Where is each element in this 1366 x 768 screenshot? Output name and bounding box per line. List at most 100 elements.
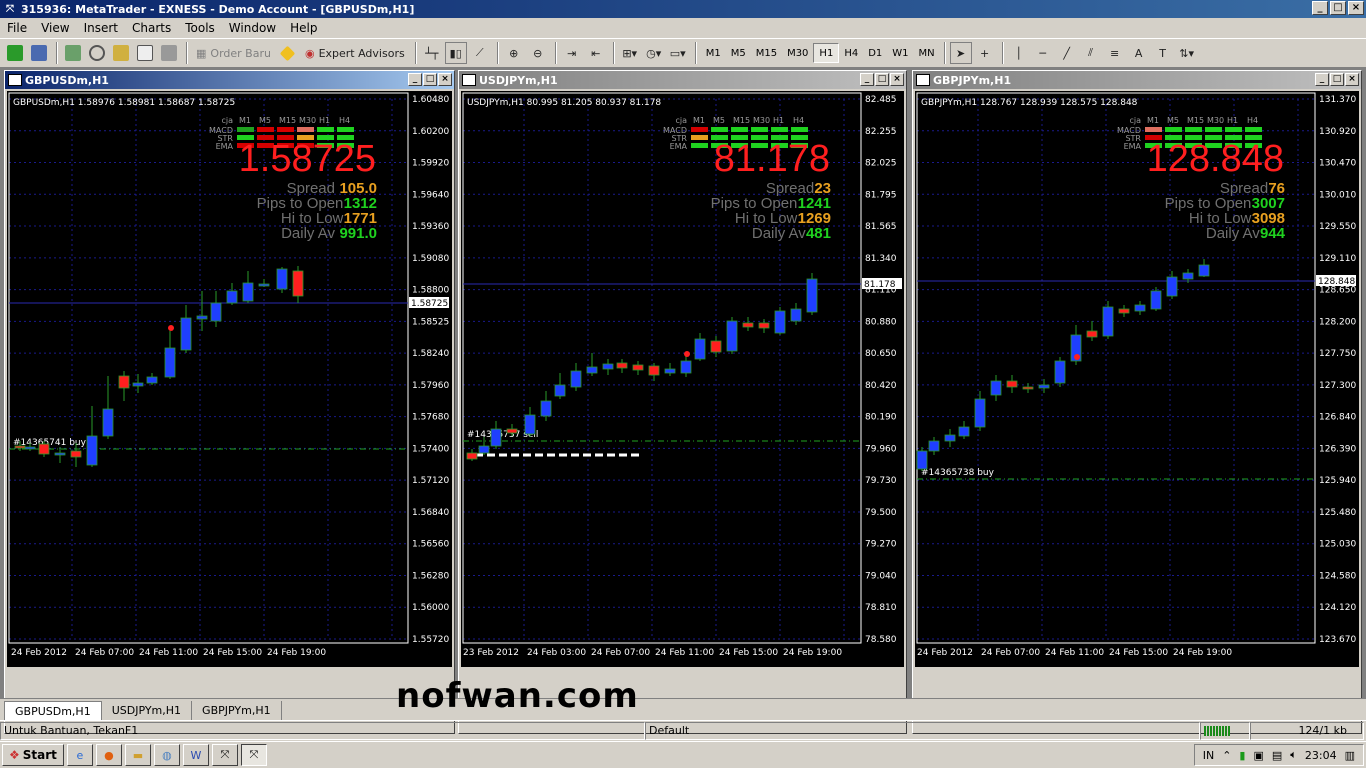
metaeditor-icon[interactable]: [277, 42, 299, 64]
maximize-button[interactable]: □: [1330, 1, 1346, 15]
signal-cell: [751, 127, 768, 132]
navigator-icon[interactable]: [110, 42, 132, 64]
chart-canvas[interactable]: 131.370 130.920 130.470 130.010 129.550 129.1…: [915, 91, 1359, 667]
terminal-icon[interactable]: [134, 42, 156, 64]
data-window-icon[interactable]: [86, 42, 108, 64]
tray-expand-icon[interactable]: ⌃: [1222, 749, 1231, 762]
chart-minimize-button[interactable]: _: [1315, 73, 1329, 86]
tab-usdjpy[interactable]: USDJPYm,H1: [102, 701, 193, 720]
tf-m5[interactable]: M5: [726, 43, 751, 63]
trendline-icon[interactable]: ╱: [1056, 42, 1078, 64]
menu-window[interactable]: Window: [222, 21, 283, 35]
text-label-icon[interactable]: T: [1152, 42, 1174, 64]
tray-battery-icon[interactable]: ▮: [1239, 749, 1245, 762]
expert-advisors-label: Expert Advisors: [318, 46, 405, 60]
price-tick-label: 127.300: [1319, 381, 1356, 391]
strategy-tester-icon[interactable]: [158, 42, 180, 64]
chart-window-gbpjpy[interactable]: GBPJPYm,H1 _ □ × 131.370 130.920 130.470 130.…: [912, 70, 1362, 734]
price-tick-label: 125.030: [1319, 540, 1356, 550]
tf-m1[interactable]: M1: [701, 43, 726, 63]
menu-file[interactable]: File: [0, 21, 34, 35]
tab-gbpusd[interactable]: GBPUSDm,H1: [4, 701, 102, 720]
tf-h1[interactable]: H1: [813, 43, 840, 63]
date-tick-label: 24 Feb 07:00: [591, 648, 650, 658]
tray-volume-icon[interactable]: 🔈︎: [1290, 748, 1297, 762]
periods-icon[interactable]: ◷▾: [643, 42, 665, 64]
tf-h4[interactable]: H4: [839, 43, 863, 63]
tray-network-icon[interactable]: ▣: [1253, 749, 1263, 762]
profiles-icon[interactable]: [28, 42, 50, 64]
chart-close-button[interactable]: ×: [438, 73, 452, 86]
candle-bull: [570, 370, 582, 388]
indicators-icon[interactable]: ⊞▾: [619, 42, 641, 64]
tf-m30[interactable]: M30: [782, 43, 813, 63]
menu-help[interactable]: Help: [283, 21, 324, 35]
new-order-button[interactable]: ▦ Order Baru: [192, 42, 275, 64]
vertical-line-icon[interactable]: │: [1008, 42, 1030, 64]
chart-window-title-bar[interactable]: GBPJPYm,H1 _ □ ×: [913, 71, 1361, 89]
chart-minimize-button[interactable]: _: [860, 73, 874, 86]
chart-maximize-button[interactable]: □: [423, 73, 437, 86]
chart-window-gbpusd[interactable]: GBPUSDm,H1 _ □ × 1.60480 1.60200 1.59920 1.59…: [4, 70, 455, 734]
close-button[interactable]: ×: [1348, 1, 1364, 15]
tf-w1[interactable]: W1: [887, 43, 913, 63]
text-icon[interactable]: A: [1128, 42, 1150, 64]
chart-close-button[interactable]: ×: [1345, 73, 1359, 86]
menu-insert[interactable]: Insert: [77, 21, 125, 35]
menu-tools[interactable]: Tools: [178, 21, 222, 35]
expert-advisors-button[interactable]: ◉ Expert Advisors: [301, 42, 409, 64]
templates-icon[interactable]: ▭▾: [667, 42, 689, 64]
market-watch-icon[interactable]: [62, 42, 84, 64]
chart-window-title-bar[interactable]: USDJPYm,H1 _ □ ×: [459, 71, 906, 89]
crosshair-icon[interactable]: +: [974, 42, 996, 64]
tf-m15[interactable]: M15: [751, 43, 782, 63]
zoom-out-icon[interactable]: ⊖: [527, 42, 549, 64]
tf-d1[interactable]: D1: [863, 43, 887, 63]
signal-dot: [1074, 354, 1080, 360]
chart-maximize-button[interactable]: □: [1330, 73, 1344, 86]
cursor-icon[interactable]: ➤: [949, 42, 972, 64]
show-desktop-icon[interactable]: ▥: [1345, 749, 1355, 762]
firefox-icon[interactable]: ●: [95, 744, 122, 766]
line-chart-icon[interactable]: ⟋: [469, 42, 491, 64]
folder-icon[interactable]: ▬: [124, 744, 151, 766]
signal-tf-label: H4: [339, 116, 350, 125]
tray-device-icon[interactable]: ▤: [1272, 749, 1282, 762]
chart-canvas[interactable]: 82.485 82.255 82.025 81.795 81.565 81.340 81.1…: [461, 91, 904, 667]
chart-maximize-button[interactable]: □: [875, 73, 889, 86]
candle-bull: [24, 446, 36, 450]
symbol-info-line: USDJPYm,H1 80.995 81.205 80.937 81.178: [467, 98, 661, 108]
auto-scroll-icon[interactable]: ⇥: [561, 42, 583, 64]
price-tick-label: 1.57680: [412, 413, 449, 423]
ie-icon[interactable]: e: [66, 744, 93, 766]
metatrader-task-icon[interactable]: ⤧: [211, 744, 238, 766]
fibonacci-icon[interactable]: ≡: [1104, 42, 1126, 64]
candle-bull: [790, 308, 802, 322]
candlestick-icon[interactable]: ▮▯: [444, 42, 467, 64]
new-chart-icon[interactable]: [4, 42, 26, 64]
tab-gbpjpy[interactable]: GBPJPYm,H1: [192, 701, 282, 720]
chart-close-button[interactable]: ×: [890, 73, 904, 86]
menu-charts[interactable]: Charts: [125, 21, 178, 35]
start-button[interactable]: ❖ Start: [2, 744, 64, 766]
arrows-icon[interactable]: ⇅▾: [1176, 42, 1198, 64]
minimize-button[interactable]: _: [1312, 1, 1328, 15]
zoom-in-icon[interactable]: ⊕: [503, 42, 525, 64]
tf-mn[interactable]: MN: [914, 43, 940, 63]
menu-view[interactable]: View: [34, 21, 76, 35]
horizontal-line-icon[interactable]: ─: [1032, 42, 1054, 64]
chart-canvas[interactable]: 1.60480 1.60200 1.59920 1.59640 1.59360 1.590…: [7, 91, 452, 667]
app-icon[interactable]: ◍: [153, 744, 180, 766]
current-price-label: 128.848: [1318, 277, 1355, 287]
chart-window-title-bar[interactable]: GBPUSDm,H1 _ □ ×: [5, 71, 454, 89]
price-tick-label: 81.565: [865, 222, 897, 232]
chart-window-usdjpy[interactable]: USDJPYm,H1 _ □ × 82.485 82.255 82.025 81.795 8…: [458, 70, 907, 734]
chart-shift-icon[interactable]: ⇤: [585, 42, 607, 64]
channel-icon[interactable]: ⫽: [1080, 42, 1102, 64]
chart-minimize-button[interactable]: _: [408, 73, 422, 86]
bar-chart-icon[interactable]: ┴┬: [421, 42, 443, 64]
word-icon[interactable]: W: [182, 744, 209, 766]
language-indicator[interactable]: IN: [1203, 749, 1214, 762]
menu-bar: File View Insert Charts Tools Window Hel…: [0, 18, 1366, 37]
metatrader-task-active-icon[interactable]: ⤧: [240, 744, 267, 766]
